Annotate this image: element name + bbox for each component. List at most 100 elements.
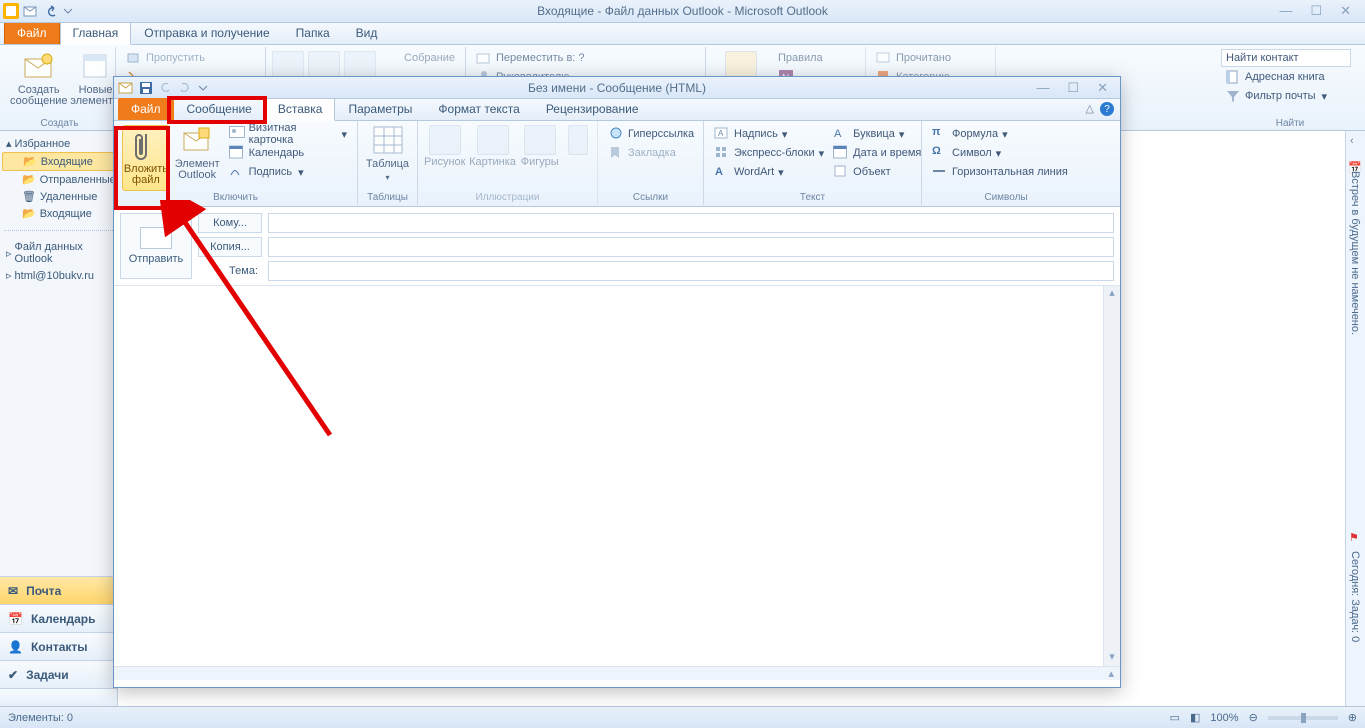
subject-input[interactable]: [268, 261, 1114, 281]
meeting-button[interactable]: Собрание: [380, 49, 459, 67]
redo-icon[interactable]: [178, 80, 194, 96]
cc-input[interactable]: [268, 237, 1114, 257]
status-bar: Элементы: 0 ▭ ◧ 100% ⊖ ⊕: [0, 706, 1365, 728]
outlook-item-button[interactable]: Элемент Outlook: [174, 123, 221, 181]
compose-minimize-button[interactable]: —: [1036, 80, 1049, 96]
wordart-button[interactable]: AWordArt▾: [710, 163, 788, 181]
addressbook-button[interactable]: Адресная книга: [1221, 68, 1329, 86]
send-button[interactable]: Отправить: [120, 213, 192, 279]
ribbon-collapse-icon[interactable]: △: [1086, 102, 1094, 116]
zoom-in-button[interactable]: ⊕: [1348, 711, 1357, 724]
attach-file-button[interactable]: Вложить файл: [122, 125, 170, 191]
tab-view[interactable]: Вид: [343, 22, 391, 44]
group-tables-label: Таблицы: [364, 191, 411, 205]
qat-dropdown-icon[interactable]: [63, 3, 79, 19]
save-icon[interactable]: [138, 80, 154, 96]
bizcard-button[interactable]: Визитная карточка▾: [225, 125, 351, 143]
trash-icon: 🗑: [22, 190, 36, 203]
formula-button[interactable]: πФормула▾: [928, 125, 1012, 143]
object-button[interactable]: Объект: [829, 163, 894, 181]
ctab-format[interactable]: Формат текста: [425, 98, 532, 120]
symbol-button[interactable]: ΩСимвол▾: [928, 144, 1005, 162]
folder-icon: 📂: [22, 173, 36, 186]
tab-sendrecv[interactable]: Отправка и получение: [131, 22, 282, 44]
nav-contacts-button[interactable]: 👤Контакты: [0, 632, 117, 660]
favorites-header[interactable]: ▴Избранное: [2, 135, 115, 152]
rules-button[interactable]: Правила: [774, 49, 827, 67]
hyperlink-button[interactable]: Гиперссылка: [604, 125, 698, 143]
tab-folder[interactable]: Папка: [283, 22, 343, 44]
to-button[interactable]: Кому...: [198, 213, 262, 233]
signature-button[interactable]: Подпись▾: [225, 163, 351, 181]
read-button[interactable]: Прочитано: [872, 49, 955, 67]
moveto-button[interactable]: Переместить в: ?: [472, 49, 589, 67]
tasks-today-text: Сегодня: Задач: 0: [1349, 551, 1361, 642]
scrollbar[interactable]: ▴ ▾: [1103, 286, 1120, 666]
group-text-label: Текст: [710, 191, 915, 205]
zoom-slider[interactable]: [1268, 716, 1338, 720]
ctab-options[interactable]: Параметры: [335, 98, 425, 120]
skip-button[interactable]: Пропустить: [122, 49, 209, 67]
hr-button[interactable]: Горизонтальная линия: [928, 163, 1072, 181]
view-reading-icon[interactable]: ◧: [1190, 711, 1200, 724]
undo-icon[interactable]: [158, 80, 174, 96]
picture-button[interactable]: Картинка: [470, 123, 516, 168]
maximize-button[interactable]: ☐: [1310, 3, 1322, 19]
mailfilter-button[interactable]: Фильтр почты▾: [1221, 87, 1331, 105]
close-button[interactable]: ✕: [1340, 3, 1351, 19]
compose-window: Без имени - Сообщение (HTML) — ☐ ✕ Файл …: [113, 76, 1121, 688]
quick-button[interactable]: Экспресс-блоки▾: [710, 144, 828, 162]
tab-home[interactable]: Главная: [60, 22, 132, 45]
quick-access-toolbar: [0, 3, 79, 19]
tab-file[interactable]: Файл: [4, 22, 60, 44]
dropcap-button[interactable]: AБуквица▾: [829, 125, 908, 143]
outlook-icon: [3, 3, 19, 19]
nav-calendar-button[interactable]: 📅Календарь: [0, 604, 117, 632]
shapes-button[interactable]: Фигуры: [520, 123, 561, 168]
bookmark-button[interactable]: Закладка: [604, 144, 680, 162]
caption-button[interactable]: AНадпись▾: [710, 125, 791, 143]
ctab-message[interactable]: Сообщение: [174, 98, 265, 120]
nav-inbox[interactable]: 📂Входящие: [2, 152, 115, 171]
account-node[interactable]: ▹html@10bukv.ru: [2, 267, 115, 284]
table-button[interactable]: Таблица▾: [364, 123, 411, 183]
qat-dropdown-icon[interactable]: [198, 80, 214, 96]
datetime-button[interactable]: Дата и время: [829, 144, 925, 162]
folder-icon: 📂: [22, 207, 36, 220]
zoom-out-button[interactable]: ⊖: [1249, 711, 1258, 724]
view-normal-icon[interactable]: ▭: [1170, 711, 1180, 724]
minimize-button[interactable]: —: [1279, 3, 1292, 19]
compose-titlebar: Без имени - Сообщение (HTML) — ☐ ✕: [114, 77, 1120, 99]
nav-sent[interactable]: 📂Отправленные: [2, 171, 115, 188]
ctab-file[interactable]: Файл: [118, 98, 174, 120]
smartart-button[interactable]: [564, 123, 591, 155]
datafile-node[interactable]: ▹Файл данных Outlook: [2, 239, 115, 267]
to-input[interactable]: [268, 213, 1114, 233]
zoom-level: 100%: [1210, 712, 1238, 724]
compose-maximize-button[interactable]: ☐: [1067, 80, 1079, 96]
calendar-button[interactable]: Календарь: [225, 144, 351, 162]
nav-shortcuts[interactable]: [0, 688, 117, 706]
message-body-input[interactable]: [114, 286, 1102, 666]
new-message-button[interactable]: Создать сообщение: [10, 49, 68, 107]
ctab-review[interactable]: Рецензирование: [533, 98, 652, 120]
calendar-icon: 📅: [8, 612, 23, 626]
svg-text:A: A: [834, 128, 842, 140]
compose-title: Без имени - Сообщение (HTML): [528, 81, 706, 95]
drawing-button[interactable]: Рисунок: [424, 123, 466, 168]
help-icon[interactable]: ?: [1100, 102, 1114, 116]
todo-bar[interactable]: ‹ 📅 Встреч в будущем не намечено. ⚑ Сего…: [1345, 131, 1365, 706]
cc-button[interactable]: Копия...: [198, 237, 262, 257]
contacts-icon: 👤: [8, 640, 23, 654]
sendrecv-icon[interactable]: [23, 3, 39, 19]
nav-deleted[interactable]: 🗑Удаленные: [2, 188, 115, 205]
nav-inbox2[interactable]: 📂Входящие: [2, 205, 115, 222]
find-contact-input[interactable]: Найти контакт: [1221, 49, 1351, 67]
nav-mail-button[interactable]: ✉Почта: [0, 576, 117, 604]
nav-tasks-button[interactable]: ✔Задачи: [0, 660, 117, 688]
undo-icon[interactable]: [43, 3, 59, 19]
ctab-insert[interactable]: Вставка: [265, 98, 336, 121]
compose-close-button[interactable]: ✕: [1097, 80, 1108, 96]
group-illustr-label: Иллюстрации: [424, 191, 591, 205]
item-count: Элементы: 0: [8, 712, 73, 724]
